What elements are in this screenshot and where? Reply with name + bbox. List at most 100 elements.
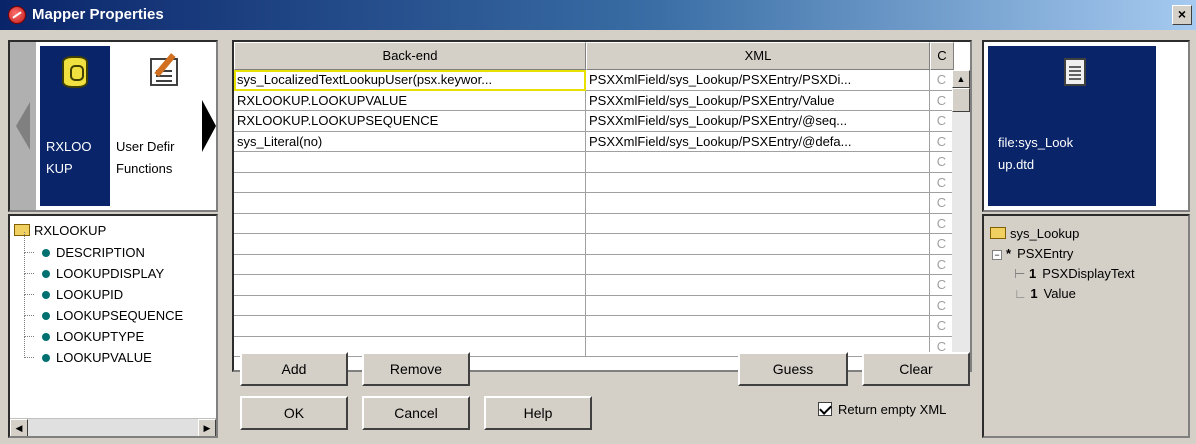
help-button[interactable]: Help: [484, 396, 592, 430]
cell-backend[interactable]: RXLOOKUP.LOOKUPVALUE: [234, 90, 586, 111]
cell-condition[interactable]: C: [930, 111, 954, 132]
tree-root-rxlookup[interactable]: RXLOOKUP: [14, 222, 106, 240]
column-header-backend[interactable]: Back-end: [234, 42, 586, 70]
horizontal-scrollbar[interactable]: ◀ ▶: [10, 418, 216, 436]
table-row[interactable]: sys_Literal(no) PSXXmlField/sys_Lookup/PS…: [234, 131, 954, 152]
target-card-sys-lookup-dtd[interactable]: file:sys_Look up.dtd: [988, 46, 1156, 206]
table-row[interactable]: C: [234, 172, 954, 193]
cell-xml[interactable]: [586, 193, 930, 214]
scroll-up-icon[interactable]: ▲: [952, 70, 970, 88]
cell-xml[interactable]: [586, 172, 930, 193]
cell-xml[interactable]: [586, 152, 930, 173]
cell-xml[interactable]: [586, 295, 930, 316]
target-tree: sys_Lookup − * PSXEntry ⊢ 1 PSXDisplayText …: [982, 214, 1190, 438]
column-header-condition[interactable]: C: [930, 42, 954, 70]
tree-item-label: DESCRIPTION: [56, 245, 145, 260]
return-empty-xml-option[interactable]: Return empty XML: [818, 400, 946, 420]
cell-condition[interactable]: C: [930, 275, 954, 296]
scroll-left-arrow[interactable]: [10, 42, 36, 210]
column-dot-icon: [42, 312, 50, 320]
tree-item-psxentry[interactable]: − * PSXEntry: [992, 244, 1073, 264]
tree-item-label: PSXDisplayText: [1042, 266, 1135, 281]
table-row[interactable]: C: [234, 316, 954, 337]
tree-item-lookuptype[interactable]: LOOKUPTYPE: [24, 316, 183, 347]
tree-item-description[interactable]: DESCRIPTION: [24, 232, 183, 263]
tree-item-psxdisplaytext[interactable]: ⊢ 1 PSXDisplayText: [1014, 264, 1135, 284]
cell-xml[interactable]: PSXXmlField/sys_Lookup/PSXEntry/@defa...: [586, 131, 930, 152]
cell-condition[interactable]: C: [930, 70, 954, 91]
checkbox-icon[interactable]: [818, 402, 832, 416]
target-card-label: file:sys_Look up.dtd: [998, 132, 1148, 176]
cell-xml[interactable]: [586, 234, 930, 255]
cell-condition[interactable]: C: [930, 152, 954, 173]
title-bar[interactable]: Mapper Properties ×: [0, 0, 1196, 30]
tree-connector: ∟: [1014, 286, 1027, 301]
tree-root-label: RXLOOKUP: [34, 223, 107, 238]
source-card-user-functions[interactable]: User Defir Functions: [114, 46, 206, 206]
close-button[interactable]: ×: [1172, 5, 1192, 25]
tree-item-lookupdisplay[interactable]: LOOKUPDISPLAY: [24, 253, 183, 284]
cell-backend[interactable]: sys_Literal(no): [234, 131, 586, 152]
occurrence-marker: 1: [1030, 286, 1038, 301]
cell-xml[interactable]: [586, 275, 930, 296]
cell-backend[interactable]: sys_LocalizedTextLookupUser(psx.keywor..…: [234, 70, 586, 91]
table-row[interactable]: RXLOOKUP.LOOKUPSEQUENCE PSXXmlField/sys_L…: [234, 111, 954, 132]
folder-icon: [990, 227, 1006, 239]
cell-xml[interactable]: PSXXmlField/sys_Lookup/PSXEntry/PSXDi...: [586, 70, 930, 91]
cell-condition[interactable]: C: [930, 193, 954, 214]
scroll-left-icon[interactable]: ◀: [10, 419, 28, 436]
guess-button[interactable]: Guess: [738, 352, 848, 386]
cell-condition[interactable]: C: [930, 295, 954, 316]
cell-xml[interactable]: [586, 316, 930, 337]
tree-item-lookupsequence[interactable]: LOOKUPSEQUENCE: [24, 295, 183, 326]
cell-backend[interactable]: [234, 254, 586, 275]
cell-condition[interactable]: C: [930, 90, 954, 111]
cell-backend[interactable]: [234, 295, 586, 316]
remove-button[interactable]: Remove: [362, 352, 470, 386]
cell-xml[interactable]: [586, 213, 930, 234]
cancel-button[interactable]: Cancel: [362, 396, 470, 430]
cell-xml[interactable]: [586, 254, 930, 275]
source-card-rxlookup[interactable]: RXLOO KUP: [40, 46, 110, 206]
cell-condition[interactable]: C: [930, 254, 954, 275]
cell-backend[interactable]: RXLOOKUP.LOOKUPSEQUENCE: [234, 111, 586, 132]
scroll-right-arrow[interactable]: [202, 42, 216, 210]
table-row[interactable]: C: [234, 275, 954, 296]
cell-backend[interactable]: [234, 193, 586, 214]
table-row[interactable]: C: [234, 152, 954, 173]
cell-backend[interactable]: [234, 275, 586, 296]
ok-button[interactable]: OK: [240, 396, 348, 430]
cell-xml[interactable]: PSXXmlField/sys_Lookup/PSXEntry/Value: [586, 90, 930, 111]
table-row[interactable]: sys_LocalizedTextLookupUser(psx.keywor..…: [234, 70, 954, 91]
add-button[interactable]: Add: [240, 352, 348, 386]
function-icon: [150, 58, 178, 86]
tree-item-lookupvalue[interactable]: LOOKUPVALUE: [24, 337, 183, 368]
cell-backend[interactable]: [234, 234, 586, 255]
cell-condition[interactable]: C: [930, 172, 954, 193]
vertical-scrollbar[interactable]: ▲ ▼: [952, 70, 970, 370]
column-header-xml[interactable]: XML: [586, 42, 930, 70]
table-row[interactable]: C: [234, 234, 954, 255]
scroll-right-icon[interactable]: ▶: [198, 419, 216, 436]
tree-connector: ⊢: [1014, 266, 1026, 281]
cell-condition[interactable]: C: [930, 131, 954, 152]
scroll-thumb[interactable]: [952, 88, 970, 112]
tree-root-sys-lookup[interactable]: sys_Lookup: [990, 224, 1079, 244]
cell-backend[interactable]: [234, 152, 586, 173]
tree-item-lookupid[interactable]: LOOKUPID: [24, 274, 183, 305]
cell-backend[interactable]: [234, 316, 586, 337]
cell-condition[interactable]: C: [930, 234, 954, 255]
table-row[interactable]: C: [234, 193, 954, 214]
cell-condition[interactable]: C: [930, 213, 954, 234]
table-row[interactable]: C: [234, 254, 954, 275]
tree-item-value[interactable]: ∟ 1 Value: [1014, 284, 1076, 304]
clear-button[interactable]: Clear: [862, 352, 970, 386]
cell-xml[interactable]: PSXXmlField/sys_Lookup/PSXEntry/@seq...: [586, 111, 930, 132]
table-row[interactable]: RXLOOKUP.LOOKUPVALUE PSXXmlField/sys_Look…: [234, 90, 954, 111]
collapse-icon[interactable]: −: [992, 250, 1002, 260]
table-row[interactable]: C: [234, 213, 954, 234]
table-row[interactable]: C: [234, 295, 954, 316]
cell-condition[interactable]: C: [930, 316, 954, 337]
cell-backend[interactable]: [234, 172, 586, 193]
cell-backend[interactable]: [234, 213, 586, 234]
